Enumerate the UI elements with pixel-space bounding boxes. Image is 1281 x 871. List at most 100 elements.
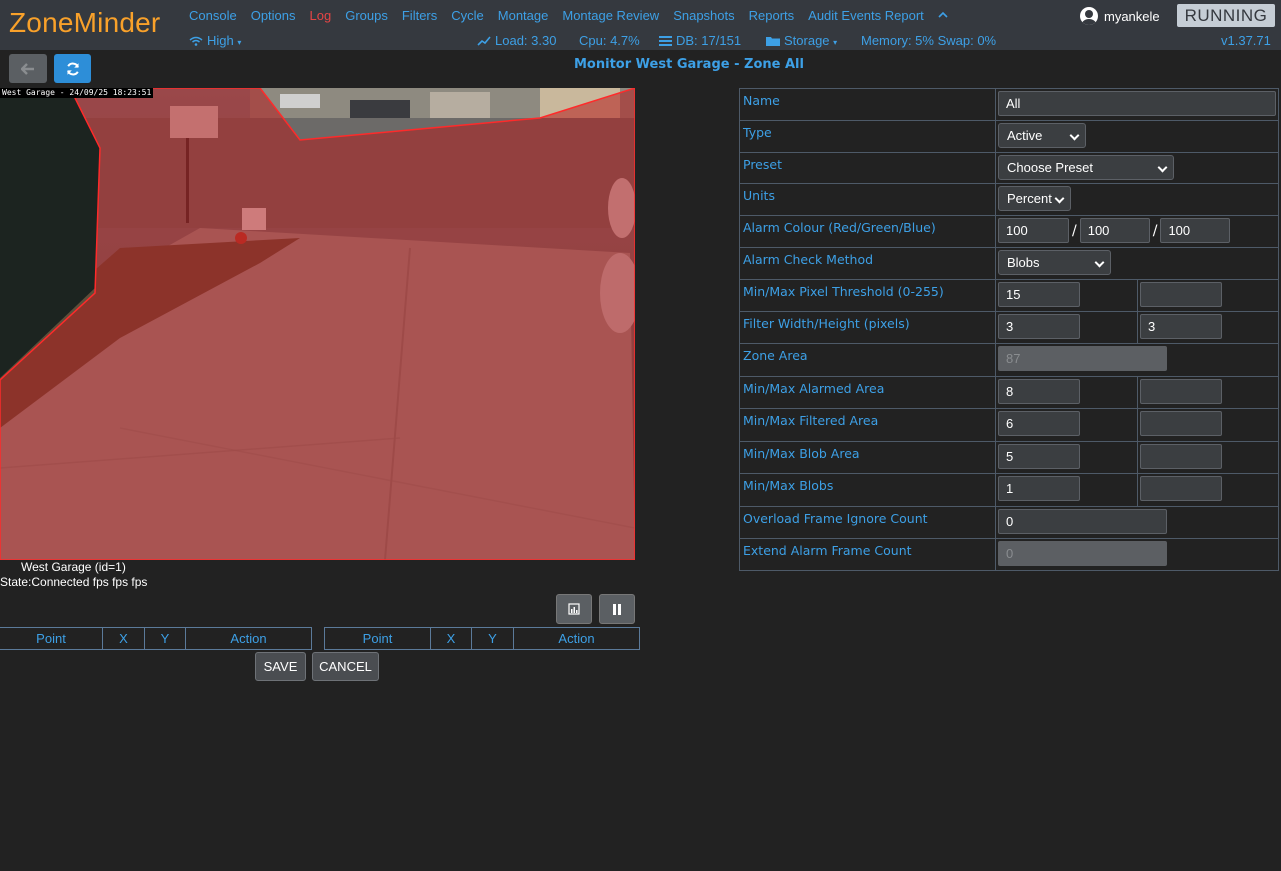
bandwidth-label: High — [207, 33, 234, 48]
row-blobs: Min/Max Blobs 1 — [739, 473, 1279, 507]
max-filtered-area-input[interactable] — [1140, 411, 1222, 436]
preset-select[interactable]: Choose Preset — [998, 155, 1174, 180]
monitor-state: State:Connected fps fps fps — [0, 575, 148, 589]
min-filtered-area-input[interactable]: 6 — [998, 411, 1080, 436]
column-header: Y — [472, 628, 514, 649]
row-type: Type Active — [739, 120, 1279, 153]
cancel-button[interactable]: CANCEL — [312, 652, 379, 681]
pause-button[interactable] — [599, 594, 635, 624]
zone-settings-table: Name All Type Active Preset Choose Prese… — [739, 88, 1279, 571]
column-header: X — [431, 628, 472, 649]
version-label[interactable]: v1.37.71 — [1221, 33, 1271, 48]
zone-editor-canvas[interactable] — [0, 88, 635, 560]
field-label: Overload Frame Ignore Count — [739, 506, 996, 539]
main-menu: Console Options Log Groups Filters Cycle… — [189, 8, 962, 23]
units-select[interactable]: Percent — [998, 186, 1071, 211]
page-title: Monitor West Garage - Zone All — [574, 57, 804, 72]
field-label: Name — [739, 88, 996, 121]
alarm-green-input[interactable]: 100 — [1079, 218, 1150, 243]
check-method-select[interactable]: Blobs — [998, 250, 1111, 275]
menu-log[interactable]: Log — [310, 8, 332, 23]
alarm-red-input[interactable]: 100 — [998, 218, 1069, 243]
field-label: Units — [739, 183, 996, 216]
pause-icon — [613, 603, 621, 615]
max-alarmed-area-input[interactable] — [1140, 379, 1222, 404]
field-label: Min/Max Blob Area — [739, 441, 996, 474]
row-name: Name All — [739, 88, 1279, 121]
trend-icon — [477, 34, 491, 49]
menu-montage-review[interactable]: Montage Review — [562, 8, 659, 23]
folder-icon — [766, 34, 780, 49]
column-header: Y — [145, 628, 186, 649]
cpu-status: Cpu: 4.7% — [579, 33, 640, 48]
stats-button[interactable] — [556, 594, 592, 624]
field-label: Preset — [739, 152, 996, 184]
field-label: Filter Width/Height (pixels) — [739, 311, 996, 344]
database-icon — [659, 34, 672, 49]
save-button[interactable]: SAVE — [255, 652, 306, 681]
refresh-icon — [66, 62, 79, 75]
row-extend-alarm: Extend Alarm Frame Count 0 — [739, 538, 1279, 571]
load-status: Load: 3.30 — [477, 33, 556, 49]
min-blob-area-input[interactable]: 5 — [998, 444, 1080, 469]
menu-options[interactable]: Options — [251, 8, 296, 23]
overload-frame-ignore-input[interactable]: 0 — [998, 509, 1167, 534]
row-filtered-area: Min/Max Filtered Area 6 — [739, 408, 1279, 442]
row-alarm-colour: Alarm Colour (Red/Green/Blue) 100/100/10… — [739, 215, 1279, 248]
chart-icon — [568, 603, 580, 615]
zone-name-input[interactable]: All — [998, 91, 1276, 116]
row-pixel-threshold: Min/Max Pixel Threshold (0-255) 15 — [739, 279, 1279, 312]
db-value: DB: 17/151 — [676, 33, 742, 48]
menu-filters[interactable]: Filters — [402, 8, 437, 23]
monitor-name: West Garage (id=1) — [21, 560, 126, 574]
menu-audit-events-report[interactable]: Audit Events Report — [808, 8, 924, 23]
memory-status: Memory: 5% Swap: 0% — [861, 33, 997, 48]
max-blobs-input[interactable] — [1140, 476, 1222, 501]
column-header: Point — [0, 628, 103, 649]
row-overload-count: Overload Frame Ignore Count 0 — [739, 506, 1279, 539]
extend-alarm-frame-input: 0 — [998, 541, 1167, 566]
zone-type-select[interactable]: Active — [998, 123, 1086, 148]
menu-console[interactable]: Console — [189, 8, 237, 23]
monitor-live-image[interactable] — [0, 88, 635, 560]
storage-dropdown[interactable]: Storage ▾ — [766, 33, 837, 49]
user-avatar-icon — [1080, 7, 1098, 25]
field-label: Min/Max Blobs — [739, 473, 996, 507]
run-state-button[interactable]: RUNNING — [1177, 4, 1275, 27]
zone-points-table: Point X Y Action — [0, 627, 312, 650]
filter-width-input[interactable]: 3 — [998, 314, 1080, 339]
max-blob-area-input[interactable] — [1140, 444, 1222, 469]
field-label: Min/Max Filtered Area — [739, 408, 996, 442]
menu-reports[interactable]: Reports — [749, 8, 795, 23]
column-header: Action — [230, 631, 267, 646]
caret-up-icon[interactable] — [938, 8, 948, 23]
arrow-left-icon — [21, 62, 34, 75]
alarm-blue-input[interactable]: 100 — [1160, 218, 1231, 243]
bandwidth-dropdown[interactable]: High ▾ — [189, 33, 241, 49]
row-blob-area: Min/Max Blob Area 5 — [739, 441, 1279, 474]
field-label: Min/Max Alarmed Area — [739, 376, 996, 409]
filter-height-input[interactable]: 3 — [1140, 314, 1222, 339]
min-pixel-threshold-input[interactable]: 15 — [998, 282, 1080, 307]
row-check-method: Alarm Check Method Blobs — [739, 247, 1279, 280]
menu-snapshots[interactable]: Snapshots — [673, 8, 734, 23]
back-button[interactable] — [9, 54, 47, 83]
menu-montage[interactable]: Montage — [498, 8, 549, 23]
menu-groups[interactable]: Groups — [345, 8, 388, 23]
field-label: Zone Area — [739, 343, 996, 377]
min-alarmed-area-input[interactable]: 8 — [998, 379, 1080, 404]
row-zone-area: Zone Area 87 — [739, 343, 1279, 377]
menu-cycle[interactable]: Cycle — [451, 8, 484, 23]
row-filter-size: Filter Width/Height (pixels) 3 3 — [739, 311, 1279, 344]
row-preset: Preset Choose Preset — [739, 152, 1279, 184]
username: myankele — [1104, 8, 1160, 24]
chevron-down-icon: ▾ — [237, 38, 242, 47]
navbar: ZoneMinder Console Options Log Groups Fi… — [0, 0, 1281, 50]
max-pixel-threshold-input[interactable] — [1140, 282, 1222, 307]
column-header: Point — [325, 628, 431, 649]
zone-points-table: Point X Y Action — [324, 627, 640, 650]
min-blobs-input[interactable]: 1 — [998, 476, 1080, 501]
refresh-button[interactable] — [54, 54, 91, 83]
user-menu[interactable]: myankele — [1080, 7, 1160, 25]
brand-logo[interactable]: ZoneMinder — [9, 7, 160, 39]
